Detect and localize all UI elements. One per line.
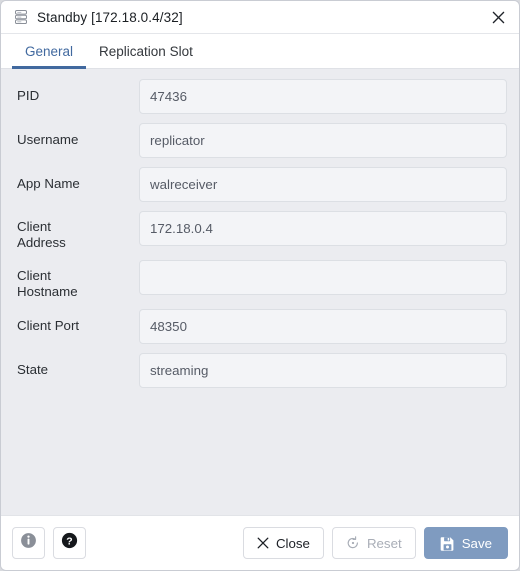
label-pid: PID [17, 88, 40, 103]
tab-replication-slot[interactable]: Replication Slot [86, 34, 206, 68]
save-button-label: Save [461, 535, 492, 551]
standby-properties-dialog: Standby [172.18.0.4/32] General Replicat… [0, 0, 520, 571]
tab-general-label: General [25, 43, 74, 59]
username-input[interactable] [139, 123, 507, 158]
app-name-input[interactable] [139, 167, 507, 202]
client-hostname-input[interactable] [139, 260, 507, 295]
dialog-footer: ? Close Reset Save [1, 515, 519, 570]
floppy-disk-save-icon [440, 536, 455, 551]
reset-button[interactable]: Reset [331, 527, 416, 559]
label-client-address: Client Address [17, 219, 66, 250]
dialog-titlebar: Standby [172.18.0.4/32] [1, 1, 519, 34]
help-icon: ? [61, 532, 78, 554]
help-button[interactable]: ? [53, 527, 86, 559]
form-row-app-name: App Name [13, 167, 507, 202]
info-button[interactable] [12, 527, 45, 559]
label-app-name: App Name [17, 176, 80, 191]
state-input[interactable] [139, 353, 507, 388]
form-row-username: Username [13, 123, 507, 158]
reset-revert-icon [346, 536, 360, 550]
client-address-input[interactable] [139, 211, 507, 246]
label-client-port: Client Port [17, 318, 80, 333]
server-rack-icon [13, 9, 29, 25]
dialog-body: PID Username App Name Client Address Cli… [1, 69, 519, 515]
save-button[interactable]: Save [423, 527, 508, 559]
info-icon [20, 532, 37, 554]
form-row-pid: PID [13, 79, 507, 114]
pid-input[interactable] [139, 79, 507, 114]
form-row-client-port: Client Port [13, 309, 507, 344]
close-button[interactable]: Close [242, 527, 324, 559]
form-row-client-address: Client Address [13, 211, 507, 251]
reset-button-label: Reset [366, 535, 402, 551]
client-port-input[interactable] [139, 309, 507, 344]
label-state: State [17, 362, 49, 377]
label-username: Username [17, 132, 79, 147]
dialog-title: Standby [172.18.0.4/32] [37, 9, 183, 25]
close-button-label: Close [275, 535, 310, 551]
form-row-state: State [13, 353, 507, 388]
label-client-hostname: Client Hostname [17, 268, 78, 299]
dialog-tabstrip: General Replication Slot [1, 34, 519, 69]
tab-replication-slot-label: Replication Slot [99, 43, 193, 59]
svg-text:?: ? [66, 535, 72, 547]
close-icon[interactable] [485, 4, 511, 30]
close-x-icon [257, 537, 269, 549]
tab-general[interactable]: General [12, 34, 87, 69]
form-row-client-hostname: Client Hostname [13, 260, 507, 300]
